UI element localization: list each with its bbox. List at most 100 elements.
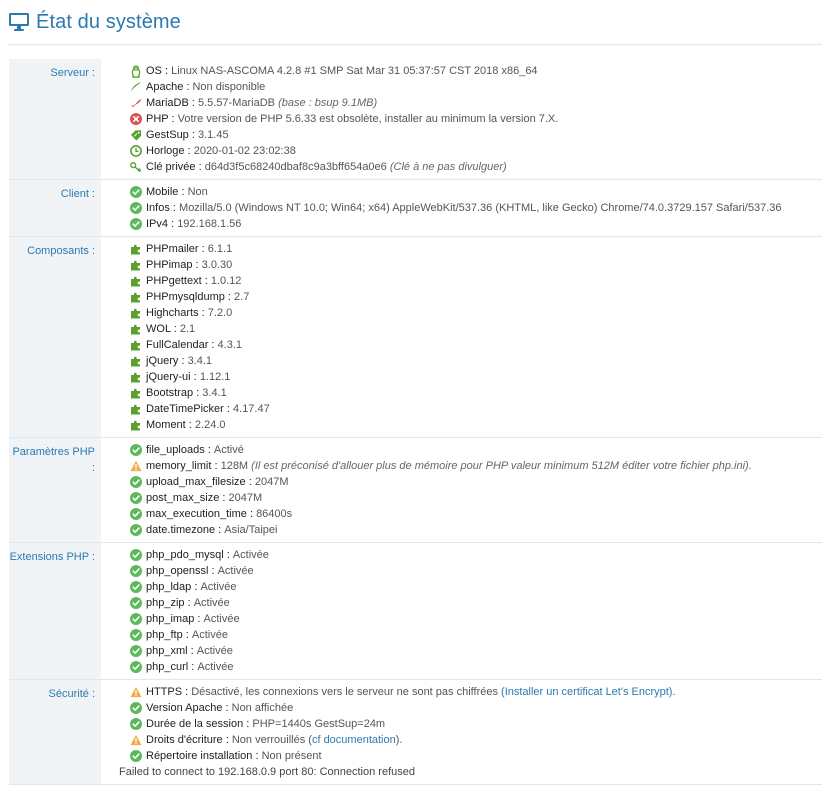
status-value: d64d3f5c68240dbaf8c9a3bff654a0e6 <box>204 161 387 173</box>
status-row-memory-limit: memory_limit : 128M (Il est préconisé d'… <box>101 458 822 474</box>
status-row-droits-d-ecriture: Droits d'écriture : Non verrouillés (cf … <box>101 732 822 748</box>
status-key: upload_max_filesize : <box>146 476 252 488</box>
page-header: État du système <box>8 9 181 35</box>
status-row-phpmailer: PHPmailer : 6.1.1 <box>101 241 822 257</box>
status-row-horloge: Horloge : 2020-01-02 23:02:38 <box>101 143 822 159</box>
puzzle-icon <box>130 339 142 351</box>
status-value: 86400s <box>256 508 293 520</box>
section-serveur: Serveur : OS : Linux NAS-ASCOMA 4.2.8 #1 … <box>9 59 822 180</box>
status-key: php_pdo_mysql : <box>146 549 230 561</box>
status-row-cle-privee: Clé privée : d64d3f5c68240dbaf8c9a3bff65… <box>101 159 822 175</box>
status-key: FullCalendar : <box>146 339 215 351</box>
status-value: 5.5.57-MariaDB <box>197 97 276 109</box>
puzzle-icon <box>130 371 142 383</box>
status-value: Activée <box>203 613 240 625</box>
status-row-ipv4: IPv4 : 192.168.1.56 <box>101 216 822 232</box>
status-key: Mobile : <box>146 186 185 198</box>
puzzle-icon <box>130 275 142 287</box>
status-value: Non verrouillés ( <box>231 734 312 746</box>
status-value: Non disponible <box>192 81 266 93</box>
status-row-php-xml: php_xml : Activée <box>101 643 822 659</box>
puzzle-icon <box>130 323 142 335</box>
check-circle-icon <box>130 218 142 230</box>
status-key: DateTimePicker : <box>146 403 230 415</box>
status-key: OS : <box>146 65 169 77</box>
status-value: 1.0.12 <box>210 275 242 287</box>
status-row-jquery: jQuery : 3.4.1 <box>101 353 822 369</box>
status-value: Activée <box>200 581 237 593</box>
status-key: php_xml : <box>146 645 194 657</box>
puzzle-icon <box>130 259 142 271</box>
warning-triangle-icon <box>130 734 142 746</box>
status-row-highcharts: Highcharts : 7.2.0 <box>101 305 822 321</box>
status-key: php_curl : <box>146 661 195 673</box>
status-row-php-openssl: php_openssl : Activée <box>101 563 822 579</box>
status-value: Linux NAS-ASCOMA 4.2.8 #1 SMP Sat Mar 31… <box>171 65 538 77</box>
status-value: 4.3.1 <box>217 339 243 351</box>
status-value: Mozilla/5.0 (Windows NT 10.0; Win64; x64… <box>179 202 782 214</box>
check-circle-icon <box>130 702 142 714</box>
status-value: 2047M <box>228 492 263 504</box>
status-key: php_openssl : <box>146 565 215 577</box>
status-value: 3.4.1 <box>187 355 213 367</box>
status-row-file-uploads: file_uploads : Activé <box>101 442 822 458</box>
status-value: 7.2.0 <box>207 307 233 319</box>
status-key: jQuery : <box>146 355 185 367</box>
status-key: php_imap : <box>146 613 201 625</box>
check-circle-icon <box>130 549 142 561</box>
status-row-moment: Moment : 2.24.0 <box>101 417 822 433</box>
status-key: Horloge : <box>146 145 191 157</box>
status-row-post-max-size: post_max_size : 2047M <box>101 490 822 506</box>
puzzle-icon <box>130 419 142 431</box>
clock-icon <box>130 145 142 157</box>
status-key: PHP : <box>146 113 175 125</box>
status-key: date.timezone : <box>146 524 222 536</box>
status-value: Désactivé, les connexions vers le serveu… <box>191 686 498 698</box>
status-note: (Clé à ne pas divulguer) <box>389 161 507 173</box>
status-value: 192.168.1.56 <box>177 218 242 230</box>
section-label: Extensions PHP : <box>9 543 101 679</box>
status-value: Non présent <box>261 750 322 762</box>
status-value: 2020-01-02 23:02:38 <box>193 145 296 157</box>
apache-feather-icon <box>130 81 142 93</box>
status-value: 3.0.30 <box>201 259 233 271</box>
section-composants: Composants : PHPmailer : 6.1.1 PHPimap : 3… <box>9 237 822 438</box>
check-circle-icon <box>130 524 142 536</box>
check-circle-icon <box>130 202 142 214</box>
section-label: Paramètres PHP : <box>9 438 101 542</box>
mariadb-seal-icon <box>130 97 142 109</box>
status-value: 2.7 <box>234 291 250 303</box>
status-note: (base : bsup 9.1MB) <box>278 97 378 109</box>
status-row-php-curl: php_curl : Activée <box>101 659 822 675</box>
status-key: PHPgettext : <box>146 275 208 287</box>
status-key: PHPimap : <box>146 259 199 271</box>
status-value: 128M <box>220 460 249 472</box>
desktop-monitor-icon <box>8 12 30 32</box>
status-row-mobile: Mobile : Non <box>101 184 822 200</box>
status-value: 2.1 <box>179 323 196 335</box>
status-link[interactable]: cf documentation <box>312 732 396 748</box>
status-key: PHPmysqldump : <box>146 291 231 303</box>
status-link[interactable]: (Installer un certificat Let's Encrypt) <box>501 684 672 700</box>
status-row-wol: WOL : 2.1 <box>101 321 822 337</box>
status-value: Activée <box>217 565 254 577</box>
check-circle-icon <box>130 718 142 730</box>
check-circle-icon <box>130 661 142 673</box>
status-key: MariaDB : <box>146 97 195 109</box>
status-row-php-zip: php_zip : Activée <box>101 595 822 611</box>
status-key: HTTPS : <box>146 686 189 698</box>
check-circle-icon <box>130 492 142 504</box>
status-value: Activé <box>213 444 244 456</box>
status-key: Moment : <box>146 419 192 431</box>
ticket-tag-icon <box>130 129 142 141</box>
warning-triangle-icon <box>130 686 142 698</box>
status-key: Infos : <box>146 202 176 214</box>
status-value: Activée <box>196 645 233 657</box>
status-value: Asia/Taipei <box>224 524 278 536</box>
status-row-php-pdo-mysql: php_pdo_mysql : Activée <box>101 547 822 563</box>
status-row-gestsup: GestSup : 3.1.45 <box>101 127 822 143</box>
section-content: php_pdo_mysql : Activée php_openssl : Act… <box>101 543 822 679</box>
section-label: Client : <box>9 180 101 236</box>
status-key: IPv4 : <box>146 218 175 230</box>
check-circle-icon <box>130 186 142 198</box>
